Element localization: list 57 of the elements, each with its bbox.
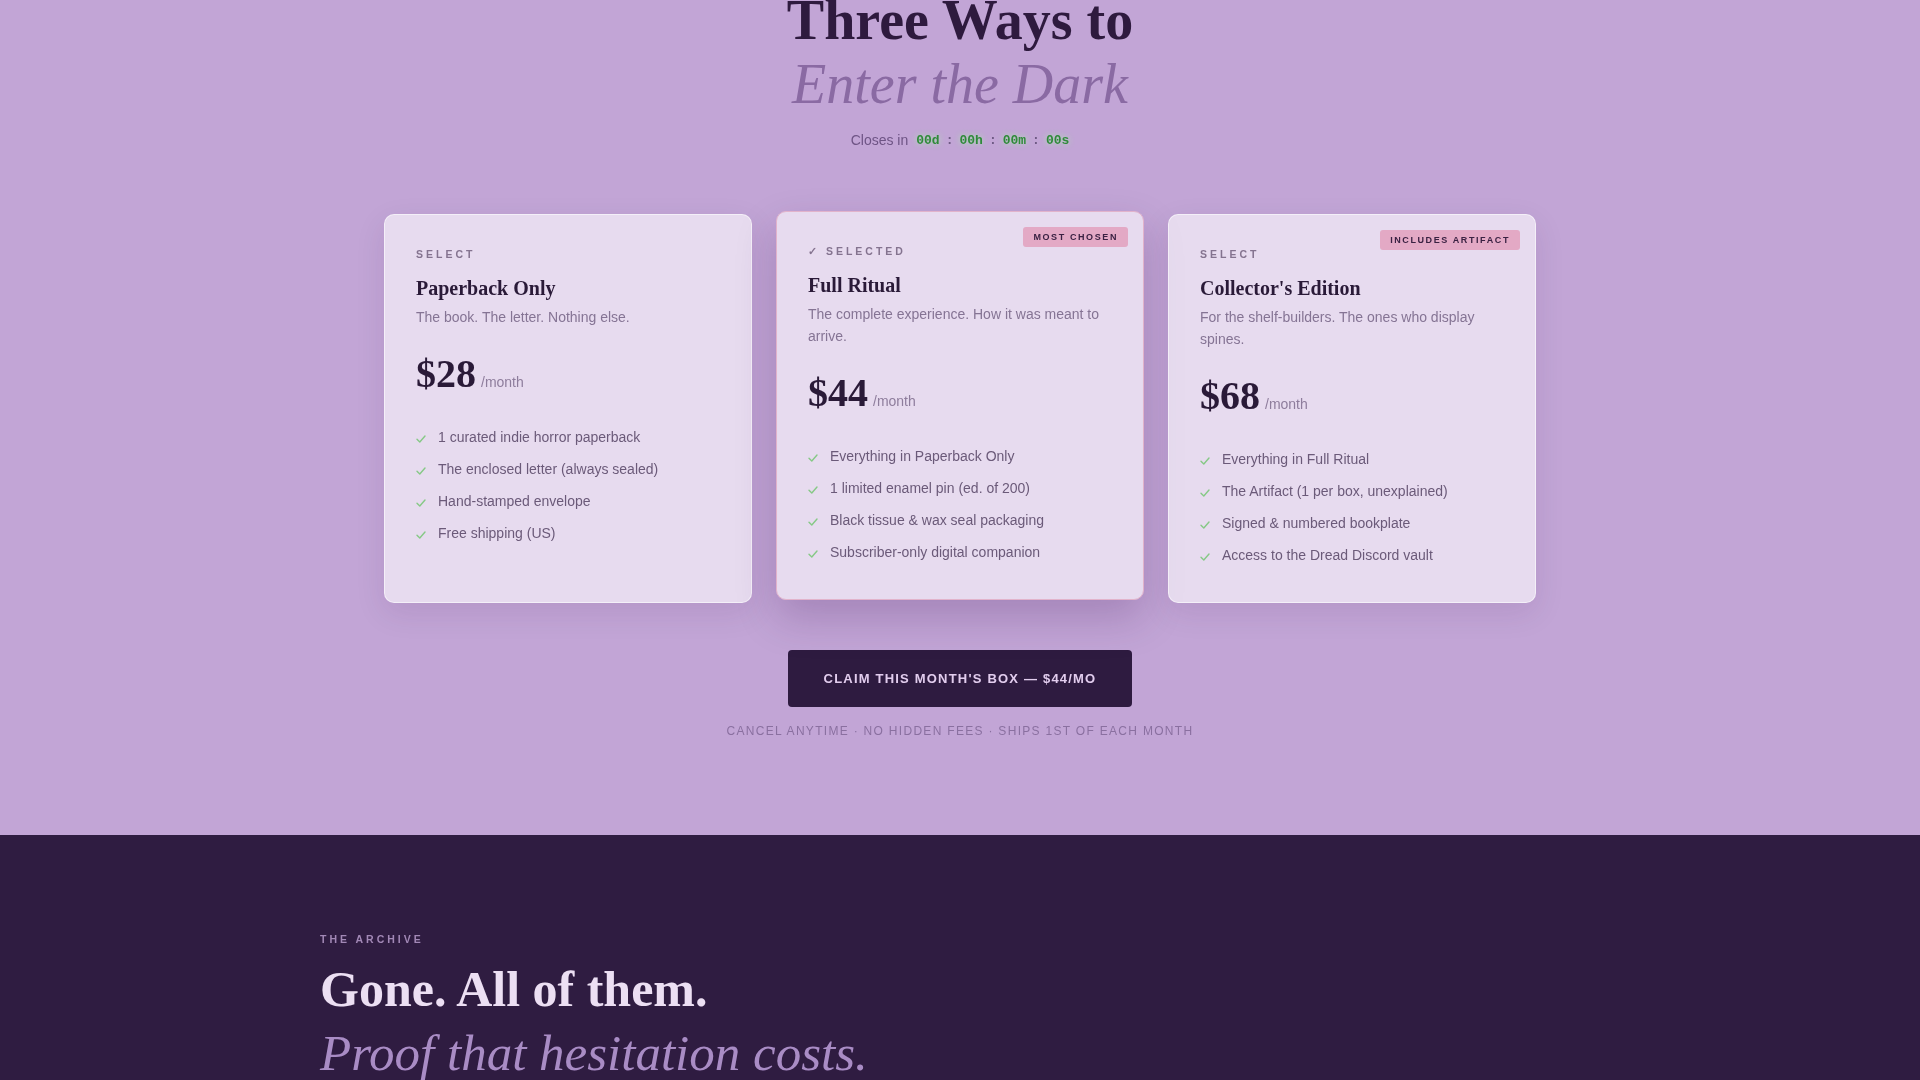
feature-text: Free shipping (US) xyxy=(438,524,556,543)
archive-title: Gone. All of them. xyxy=(320,960,708,1019)
check-icon xyxy=(416,467,426,475)
section-eyebrow: THE ARCHIVE xyxy=(320,932,424,947)
feature-text: The Artifact (1 per box, unexplained) xyxy=(1222,482,1448,501)
feature-text: Access to the Dread Discord vault xyxy=(1222,546,1433,565)
fine-print: CANCEL ANYTIME · NO HIDDEN FEES · SHIPS 1ST OF EACH MONTH xyxy=(726,723,1194,740)
price-period: /month xyxy=(1265,396,1308,412)
timer-value: 00m xyxy=(1002,132,1027,148)
plan-price: $68 xyxy=(1200,376,1260,416)
check-icon xyxy=(416,531,426,539)
timer-value: 00s xyxy=(1045,132,1070,148)
feature-text: Everything in Full Ritual xyxy=(1222,450,1370,469)
hero-subtitle: Enter the Dark xyxy=(792,52,1128,116)
price-period: /month xyxy=(481,374,524,390)
feature-text: The enclosed letter (always sealed) xyxy=(438,460,659,479)
feature-text: Signed & numbered bookplate xyxy=(1222,514,1411,533)
check-icon xyxy=(1200,553,1210,561)
plan-description: The complete experience. How it was meant to arrive. xyxy=(808,305,1101,346)
plan-description: For the shelf-builders. The ones who display spines. xyxy=(1200,308,1476,349)
select-label: SELECT xyxy=(1200,247,1260,262)
feature-text: Subscriber-only digital companion xyxy=(830,543,1041,562)
plan-card[interactable]: SELECT Paperback Only The book. The letter. Nothing else. $28/month 1 curated indie horror paperback The enclosed letter (always sealed) Hand-stamped envelope Free shipping (US) xyxy=(384,214,752,603)
check-icon xyxy=(1200,489,1210,497)
check-icon xyxy=(1200,457,1210,465)
plan-price: $28 xyxy=(416,354,476,394)
timer-separator: : xyxy=(1032,132,1040,148)
timer-separator: : xyxy=(945,132,954,148)
select-label: ✓ SELECTED xyxy=(808,244,906,259)
plan-name: Collector's Edition xyxy=(1200,276,1361,301)
feature-text: Hand-stamped envelope xyxy=(438,492,591,511)
feature-text: 1 limited enamel pin (ed. of 200) xyxy=(830,479,1030,498)
plan-price: $44 xyxy=(808,373,868,413)
timer-separator: : xyxy=(988,132,997,148)
plan-card[interactable] xyxy=(776,211,1144,600)
feature-text: Black tissue & wax seal packaging xyxy=(830,511,1044,530)
feature-text: Everything in Paperback Only xyxy=(830,447,1015,466)
check-icon xyxy=(416,499,426,507)
check-icon xyxy=(808,454,818,462)
countdown-label: Closes in xyxy=(850,132,909,148)
plan-name: Full Ritual xyxy=(808,273,901,298)
plan-badge: MOST CHOSEN xyxy=(1023,227,1128,247)
feature-text: 1 curated indie horror paperback xyxy=(438,428,641,447)
claim-button[interactable]: CLAIM THIS MONTH'S BOX — $44/MO xyxy=(787,650,1133,707)
timer-value: 00d xyxy=(916,132,940,148)
plan-badge: INCLUDES ARTIFACT xyxy=(1380,230,1520,250)
check-icon xyxy=(416,435,426,443)
timer-value: 00h xyxy=(959,132,983,148)
plan-name: Paperback Only xyxy=(416,276,556,301)
check-icon xyxy=(808,550,818,558)
check-icon xyxy=(808,518,818,526)
check-icon xyxy=(808,486,818,494)
price-period: /month xyxy=(873,393,916,409)
plan-description: The book. The letter. Nothing else. xyxy=(416,308,630,327)
check-icon xyxy=(1200,521,1210,529)
select-label: SELECT xyxy=(416,247,476,262)
hero-title: Three Ways to xyxy=(786,0,1134,52)
